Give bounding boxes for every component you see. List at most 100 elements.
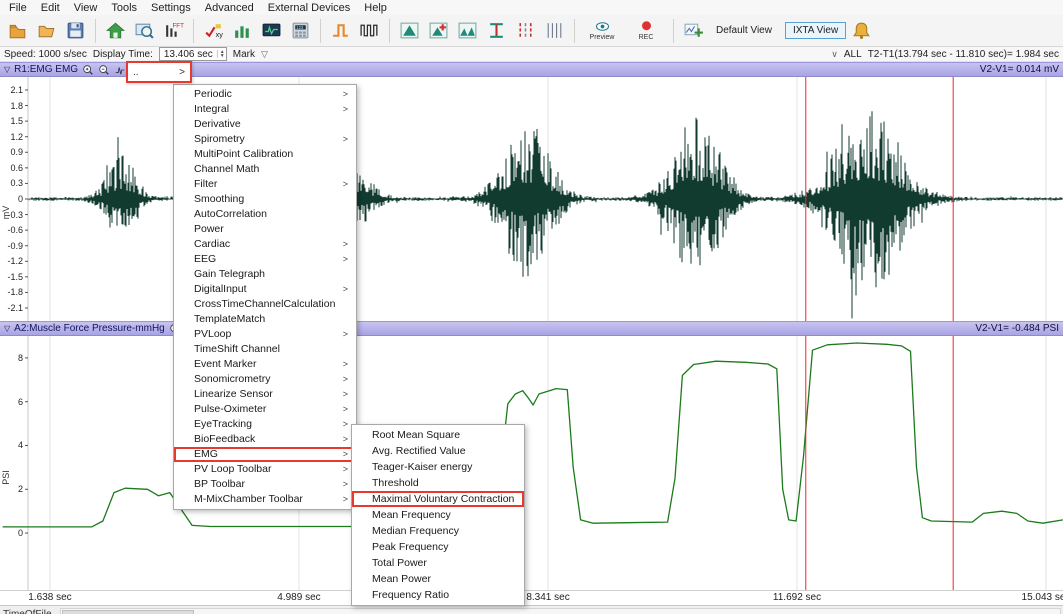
- menu-item-spirometry[interactable]: Spirometry >: [174, 132, 356, 147]
- menu-item-m-mixchamber-toolbar[interactable]: M-MixChamber Toolbar >: [174, 492, 356, 507]
- submenu-item-mean-power[interactable]: Mean Power: [352, 571, 524, 587]
- time-mode-label[interactable]: TimeOfFile: [3, 609, 52, 614]
- open-icon[interactable]: [33, 17, 60, 44]
- range-dropdown-icon[interactable]: ∨: [831, 49, 838, 60]
- xy-analysis-icon[interactable]: xy: [200, 17, 227, 44]
- ixta-view-button[interactable]: IXTA View: [784, 22, 847, 39]
- menu-item-filter[interactable]: Filter >: [174, 177, 356, 192]
- add-view-icon[interactable]: [680, 17, 707, 44]
- channel1-zoom-in-icon[interactable]: [82, 64, 94, 76]
- submenu-item-maximal-voluntary-contraction[interactable]: Maximal Voluntary Contraction: [352, 491, 524, 507]
- time-tick-label: 8.341 sec: [526, 592, 570, 603]
- menu-external-devices[interactable]: External Devices: [261, 2, 358, 14]
- menu-item-label: Pulse-Oximeter: [194, 403, 267, 415]
- menu-item-linearize-sensor[interactable]: Linearize Sensor >: [174, 387, 356, 402]
- submenu-item-label: Total Power: [372, 557, 427, 569]
- menu-item-eeg[interactable]: EEG >: [174, 252, 356, 267]
- oscilloscope-icon[interactable]: [258, 17, 285, 44]
- menu-item-smoothing[interactable]: Smoothing: [174, 192, 356, 207]
- submenu-item-median-frequency[interactable]: Median Frequency: [352, 523, 524, 539]
- submenu-item-peak-frequency[interactable]: Peak Frequency: [352, 539, 524, 555]
- time-axis: 1.638 sec 4.989 sec 8.341 sec 11.692 sec 15.…: [0, 590, 1063, 605]
- menu-item-label: EEG: [194, 253, 217, 265]
- menu-item-autocorrelation[interactable]: AutoCorrelation: [174, 207, 356, 222]
- menu-item-cardiac[interactable]: Cardiac >: [174, 237, 356, 252]
- add-display-icon[interactable]: [425, 17, 452, 44]
- pulse-train-icon[interactable]: [356, 17, 383, 44]
- stimulator-icon[interactable]: [327, 17, 354, 44]
- submenu-item-total-power[interactable]: Total Power: [352, 555, 524, 571]
- preview-button[interactable]: Preview: [581, 19, 623, 42]
- calculator-icon[interactable]: 123: [287, 17, 314, 44]
- submenu-item-frequency-ratio[interactable]: Frequency Ratio: [352, 587, 524, 603]
- marks-icon[interactable]: [512, 17, 539, 44]
- single-display-icon[interactable]: [396, 17, 423, 44]
- menu-item-emg[interactable]: EMG >: [174, 447, 356, 462]
- channel1-autoscale-icon[interactable]: [114, 64, 126, 76]
- menu-item-sonomicrometry[interactable]: Sonomicrometry >: [174, 372, 356, 387]
- submenu-item-teager-kaiser-energy[interactable]: Teager-Kaiser energy: [352, 459, 524, 475]
- spinner-down-icon[interactable]: ▼: [220, 54, 225, 59]
- submenu-item-threshold[interactable]: Threshold: [352, 475, 524, 491]
- menu-item-pulse-oximeter[interactable]: Pulse-Oximeter >: [174, 402, 356, 417]
- channel1-plot[interactable]: mV 2.1 1.8 1.5 1.2 0.9 0.6 0.3 0 -0.3 -0.6 -0.9 -1.…: [0, 77, 1063, 321]
- y-tick-label: 1.5: [10, 116, 23, 127]
- channel1-zoom-out-icon[interactable]: [98, 64, 110, 76]
- menu-item-bp-toolbar[interactable]: BP Toolbar >: [174, 477, 356, 492]
- fft-icon[interactable]: FFT: [160, 17, 187, 44]
- menu-tools[interactable]: Tools: [104, 2, 144, 14]
- menu-item-derivative[interactable]: Derivative: [174, 117, 356, 132]
- menu-settings[interactable]: Settings: [144, 2, 198, 14]
- menu-item-periodic[interactable]: Periodic >: [174, 87, 356, 102]
- context-menu-parent-item[interactable]: .. >: [126, 61, 192, 83]
- y-tick-label: -1.8: [7, 287, 23, 298]
- channel2-plot[interactable]: PSI 8 6 4 2 0: [0, 336, 1063, 590]
- menu-item-digitalinput[interactable]: DigitalInput >: [174, 282, 356, 297]
- menu-item-pv-loop-toolbar[interactable]: PV Loop Toolbar >: [174, 462, 356, 477]
- menu-item-gain-telegraph[interactable]: Gain Telegraph: [174, 267, 356, 282]
- y-tick-label: 4: [17, 440, 23, 451]
- alarm-icon[interactable]: [848, 17, 875, 44]
- menu-advanced[interactable]: Advanced: [198, 2, 261, 14]
- menu-view[interactable]: View: [67, 2, 105, 14]
- menu-item-eyetracking[interactable]: EyeTracking >: [174, 417, 356, 432]
- menu-item-multipoint-calibration[interactable]: MultiPoint Calibration: [174, 147, 356, 162]
- menu-item-channel-math[interactable]: Channel Math: [174, 162, 356, 177]
- display-time-spinner[interactable]: ▲ ▼: [216, 50, 225, 59]
- menu-item-integral[interactable]: Integral >: [174, 102, 356, 117]
- y-tick-label: 0: [17, 194, 23, 204]
- new-icon[interactable]: [4, 17, 31, 44]
- menu-item-pvloop[interactable]: PVLoop >: [174, 327, 356, 342]
- double-display-icon[interactable]: [454, 17, 481, 44]
- channel2-collapse-icon[interactable]: ▽: [4, 324, 10, 333]
- menu-item-templatematch[interactable]: TemplateMatch: [174, 312, 356, 327]
- horizontal-scrollbar[interactable]: [59, 607, 1061, 614]
- preview-icon: [595, 22, 609, 31]
- submenu-item-root-mean-square[interactable]: Root Mean Square: [352, 427, 524, 443]
- display-time-input[interactable]: 13.406 sec ▲ ▼: [158, 47, 227, 61]
- submenu-item-mean-frequency[interactable]: Mean Frequency: [352, 507, 524, 523]
- menu-item-timeshift-channel[interactable]: TimeShift Channel: [174, 342, 356, 357]
- scrollbar-thumb[interactable]: [61, 609, 194, 614]
- save-icon[interactable]: [62, 17, 89, 44]
- menu-item-biofeedback[interactable]: BioFeedback >: [174, 432, 356, 447]
- menu-file[interactable]: File: [2, 2, 34, 14]
- channel1-collapse-icon[interactable]: ▽: [4, 65, 10, 74]
- submenu-item-avg-rectified-value[interactable]: Avg. Rectified Value: [352, 443, 524, 459]
- submenu-arrow-icon: >: [342, 479, 348, 489]
- record-button[interactable]: REC: [625, 19, 667, 42]
- menu-item-event-marker[interactable]: Event Marker >: [174, 357, 356, 372]
- mark-dropdown-icon[interactable]: ▽: [261, 49, 268, 60]
- menu-help[interactable]: Help: [357, 2, 394, 14]
- menu-item-label: TimeShift Channel: [194, 343, 280, 355]
- range-all-label[interactable]: ALL: [844, 49, 862, 60]
- menu-edit[interactable]: Edit: [34, 2, 67, 14]
- t-marker-icon[interactable]: [483, 17, 510, 44]
- default-view-button[interactable]: Default View: [709, 23, 779, 38]
- menu-item-crosstimechannelcalculation[interactable]: CrossTimeChannelCalculation: [174, 297, 356, 312]
- zoom-display-icon[interactable]: [131, 17, 158, 44]
- menu-item-power[interactable]: Power: [174, 222, 356, 237]
- home-icon[interactable]: [102, 17, 129, 44]
- chart-icon[interactable]: [229, 17, 256, 44]
- grid-lines-icon[interactable]: [541, 17, 568, 44]
